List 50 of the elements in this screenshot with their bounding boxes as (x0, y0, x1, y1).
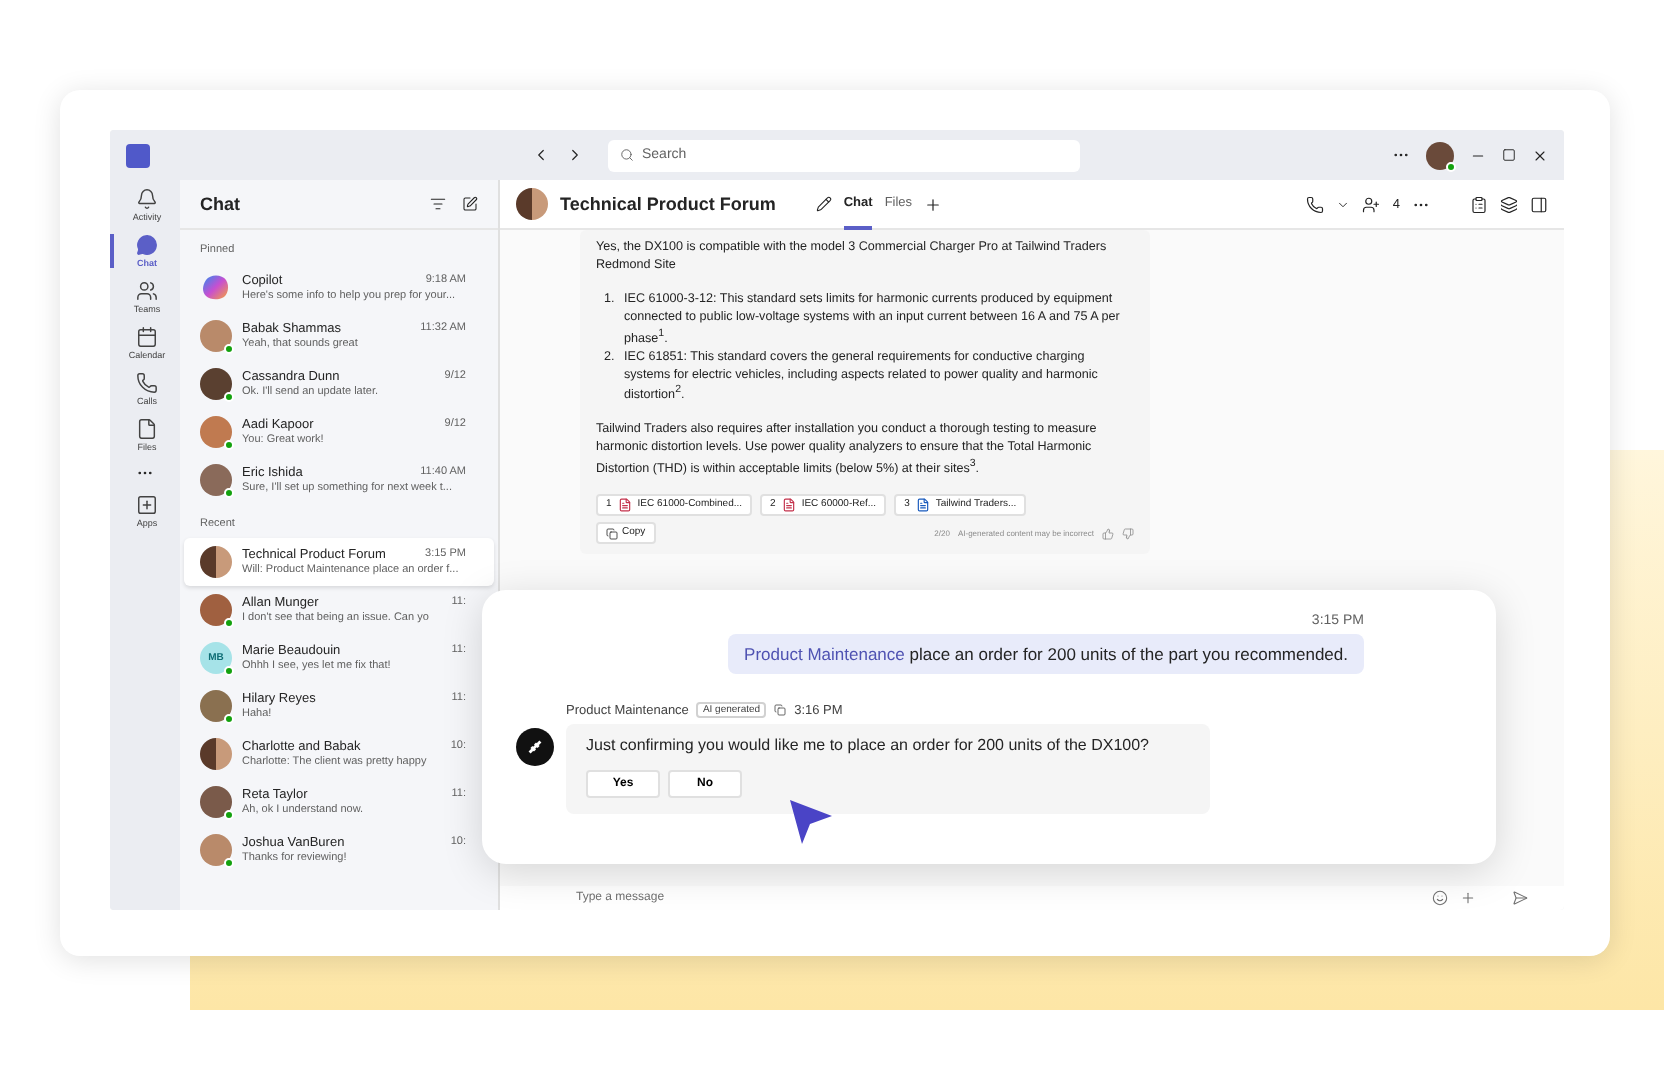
pencil-icon[interactable] (815, 196, 832, 212)
mention-link[interactable]: Product Maintenance (744, 644, 905, 664)
apps-icon (136, 494, 158, 516)
pdf-file-icon (781, 497, 796, 512)
caret-icon[interactable] (1336, 197, 1351, 211)
chat-icon (136, 234, 158, 256)
file-icon (136, 418, 158, 440)
send-icon[interactable] (1512, 890, 1528, 906)
avatar (200, 320, 232, 352)
pointer-icon (784, 794, 836, 846)
copy-icon (606, 527, 618, 540)
avatar (200, 690, 232, 722)
group-avatar (200, 546, 232, 578)
new-chat-icon[interactable] (462, 196, 478, 212)
filter-icon[interactable] (430, 196, 446, 212)
group-avatar (200, 738, 232, 770)
avatar (200, 594, 232, 626)
emoji-icon[interactable] (1432, 890, 1448, 906)
avatar (200, 834, 232, 866)
people-icon[interactable] (1362, 195, 1381, 213)
group-avatar (516, 188, 548, 220)
message-text: Just confirming you would like me to place an order for 200 units of the DX100? (586, 736, 1151, 754)
forward-icon[interactable] (566, 146, 584, 164)
phone-icon[interactable] (1306, 195, 1325, 213)
thumbs-down-icon[interactable] (1122, 527, 1134, 540)
notes-icon[interactable] (1470, 195, 1488, 213)
maximize-icon[interactable] (1502, 148, 1516, 162)
avatar (200, 464, 232, 496)
plug-icon (526, 738, 544, 756)
add-tab-icon[interactable] (924, 195, 943, 213)
avatar (200, 368, 232, 400)
phone-icon (136, 372, 158, 394)
sent-message: Product Maintenance place an order for 200 units of the part you recommended. (728, 634, 1364, 674)
search-icon (620, 148, 634, 162)
bell-icon (136, 188, 158, 210)
word-file-icon (915, 497, 930, 512)
pane-title: Chat (200, 194, 242, 214)
side-panel-icon[interactable] (1530, 195, 1548, 213)
conversation-title: Technical Product Forum (560, 194, 776, 214)
avatar (200, 416, 232, 448)
avatar (200, 786, 232, 818)
teams-icon (136, 280, 158, 302)
close-icon[interactable] (1532, 147, 1548, 163)
copilot-logo-icon (200, 272, 232, 304)
pdf-file-icon (617, 497, 632, 512)
back-icon[interactable] (532, 146, 550, 164)
calendar-icon (136, 326, 158, 348)
app-logo-icon (126, 143, 150, 167)
thumbs-up-icon[interactable] (1102, 527, 1114, 540)
avatar[interactable] (1426, 141, 1454, 169)
